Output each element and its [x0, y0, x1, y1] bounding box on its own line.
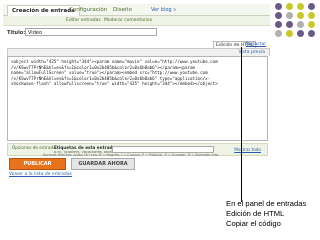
dot — [275, 21, 282, 28]
back-to-posts-link[interactable]: Volver a la lista de entradas — [9, 172, 72, 177]
caption-line: Copiar el código — [226, 219, 281, 228]
dot — [297, 21, 304, 28]
dot — [297, 12, 304, 19]
dot — [286, 12, 293, 19]
tab-layout[interactable]: Diseño — [109, 5, 136, 15]
moderate-comments-link[interactable]: Moderar comentarios — [104, 16, 152, 25]
dot — [308, 30, 315, 37]
dot — [286, 30, 293, 37]
save-now-button[interactable]: GUARDAR AHORA — [71, 158, 135, 170]
blogger-editor-screenshot: Creación de entrada Configuración Diseño… — [3, 4, 270, 192]
view-blog-link[interactable]: Ver blog » — [151, 5, 176, 15]
tab-settings[interactable]: Configuración — [65, 5, 111, 15]
caption-line: Edición de HTML — [226, 209, 285, 218]
dot — [286, 21, 293, 28]
title-input[interactable]: Video — [25, 28, 157, 36]
pointer-line — [241, 47, 242, 202]
caption-line: En el panel de entradas — [226, 199, 307, 208]
dot — [275, 30, 282, 37]
dot — [297, 30, 304, 37]
dot — [308, 12, 315, 19]
editor-toolbar: Vista previa — [7, 48, 270, 56]
caption: En el panel de entradas Edición de HTML … — [226, 199, 306, 229]
dot — [308, 3, 315, 10]
dot — [286, 3, 293, 10]
top-tabs: Creación de entrada Configuración Diseño… — [3, 4, 270, 16]
publish-button[interactable]: PUBLICAR ENTRADA — [9, 158, 66, 177]
show-all-link[interactable]: Mostrar todo — [234, 147, 261, 152]
labels-input[interactable] — [112, 146, 214, 153]
html-editor-textarea[interactable]: <object width="425" height="344"><param … — [7, 56, 268, 141]
dot — [308, 21, 315, 28]
dot — [275, 12, 282, 19]
edit-posts-link[interactable]: Editar entradas — [66, 16, 101, 25]
preview-link[interactable]: Vista previa — [238, 49, 265, 56]
compose-tab[interactable]: Redactar — [244, 41, 268, 48]
post-options-link[interactable]: Opciones de entrada — [12, 145, 56, 150]
dot — [297, 3, 304, 10]
code-line: shockwave-flash" allowfullscreen="true" … — [11, 81, 218, 87]
dot — [275, 3, 282, 10]
title-label: Título: — [7, 30, 26, 36]
decorative-dots — [275, 3, 317, 37]
sub-navigation: Editar entradas Moderar comentarios — [3, 16, 270, 26]
